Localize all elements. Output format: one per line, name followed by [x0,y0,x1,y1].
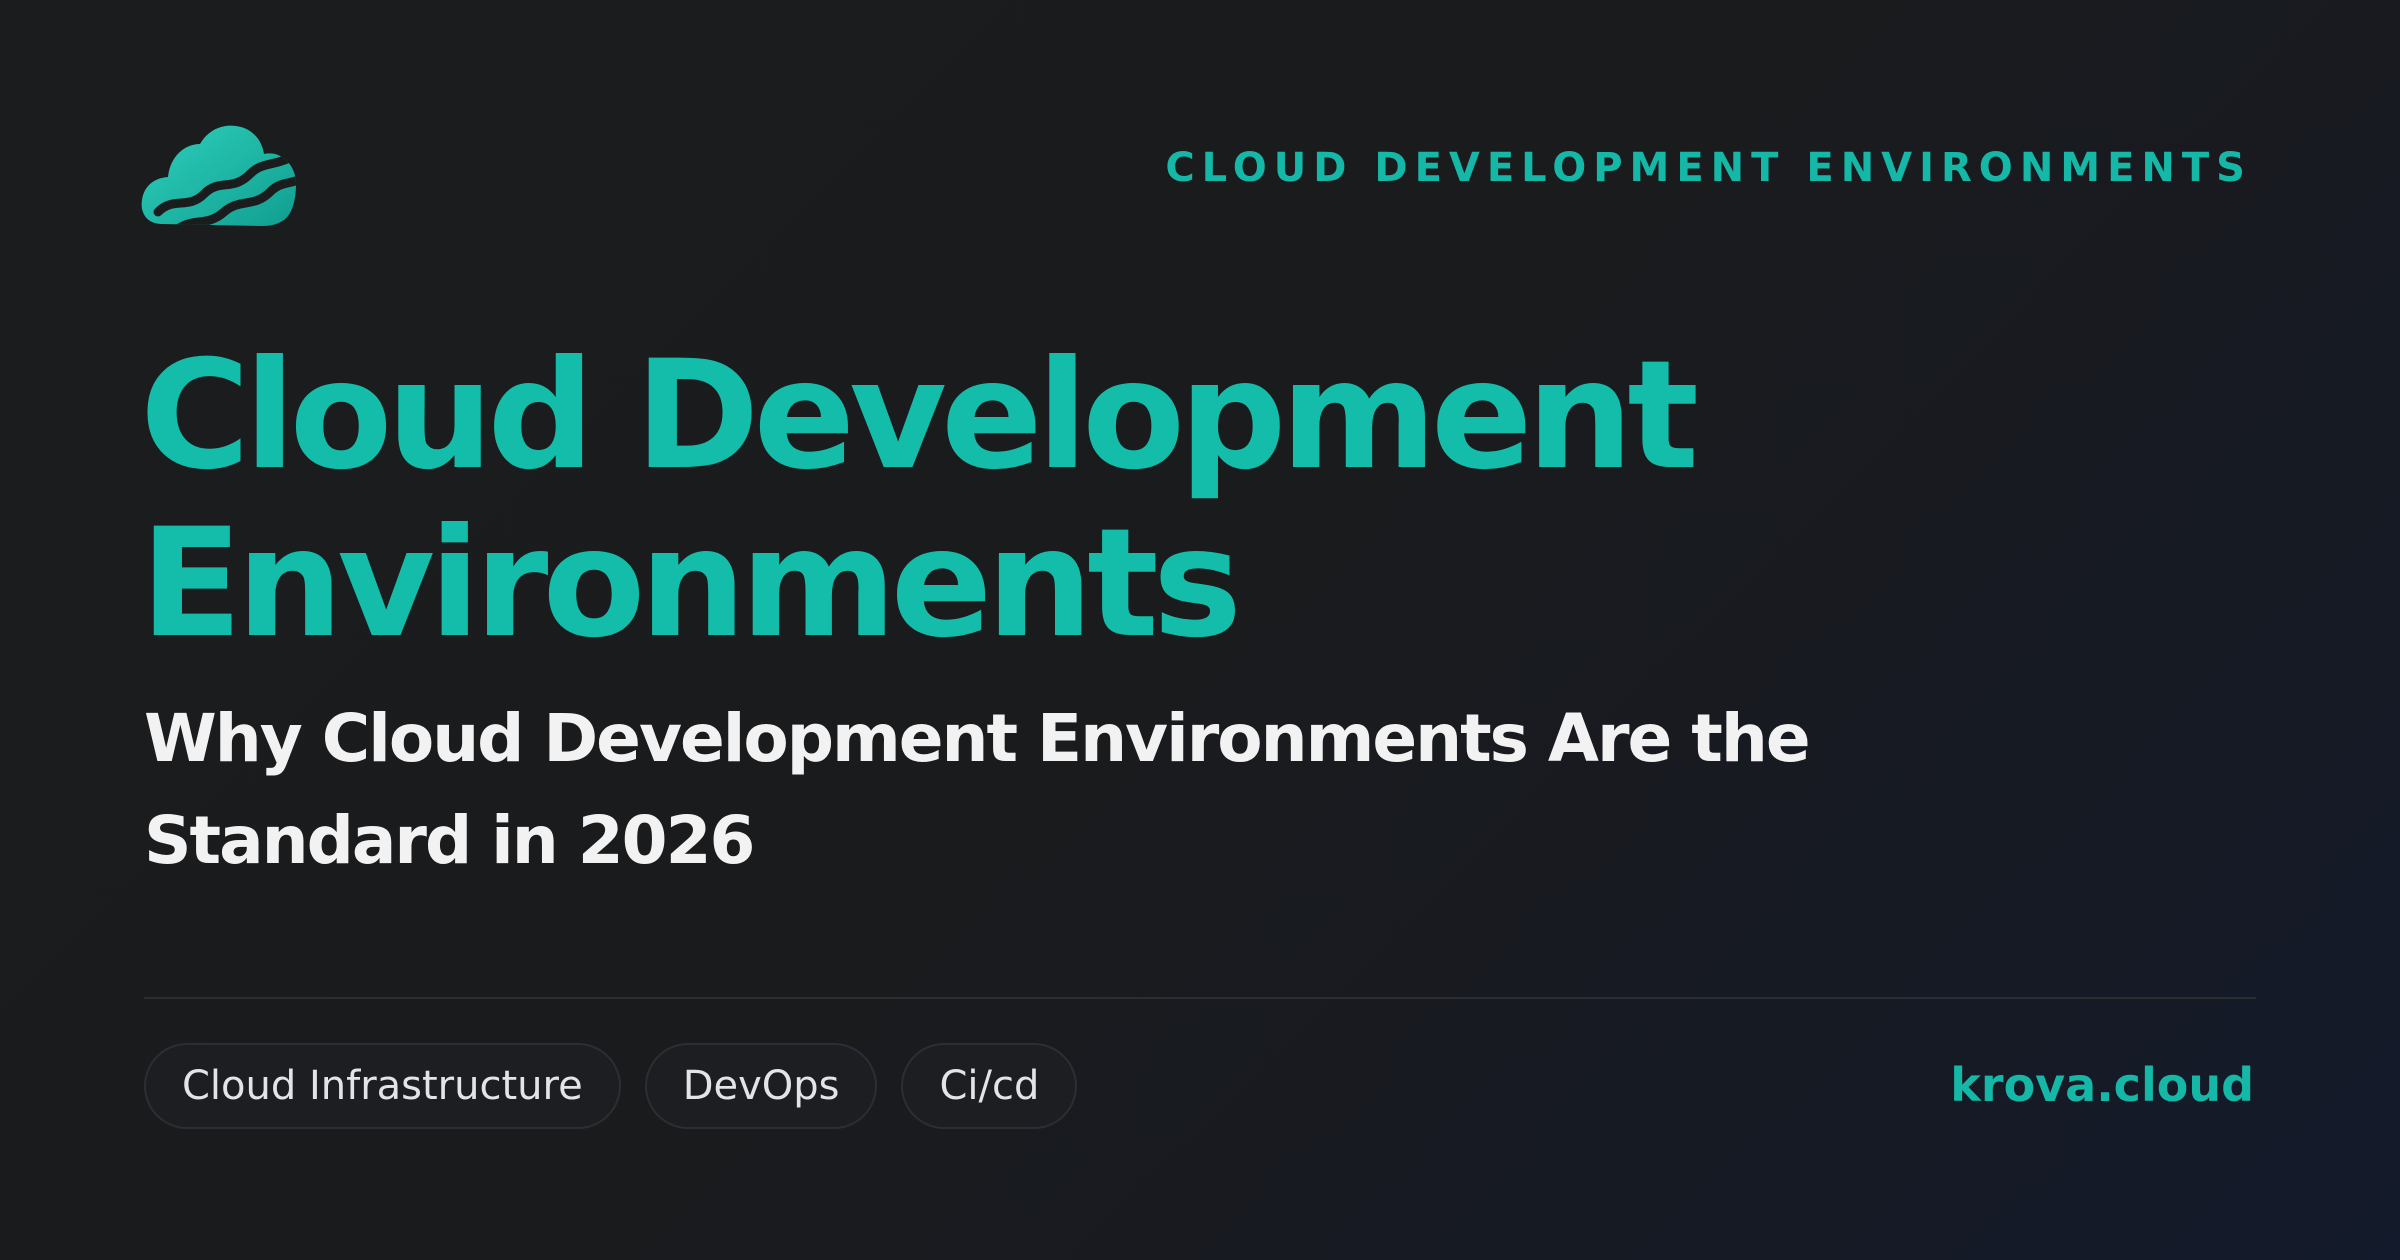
tag-list: Cloud Infrastructure DevOps Ci/cd [144,1043,1078,1129]
title-line-1: Cloud Development [140,329,1699,503]
title-line-2: Environments [140,497,1242,671]
page-title: Cloud Development Environments [140,332,2060,668]
tag-devops[interactable]: DevOps [644,1043,878,1129]
subtitle: Why Cloud Development Environments Are t… [144,700,1811,879]
site-link[interactable]: krova.cloud [1950,1058,2254,1113]
tag-cloud-infrastructure[interactable]: Cloud Infrastructure [144,1043,621,1129]
category-label: CLOUD DEVELOPMENT ENVIRONMENTS [1165,145,2252,191]
divider [144,997,2256,999]
cloud-logo-icon [140,122,297,232]
cloud-logo-graphic [141,125,297,226]
tag-ci-cd[interactable]: Ci/cd [901,1043,1078,1129]
